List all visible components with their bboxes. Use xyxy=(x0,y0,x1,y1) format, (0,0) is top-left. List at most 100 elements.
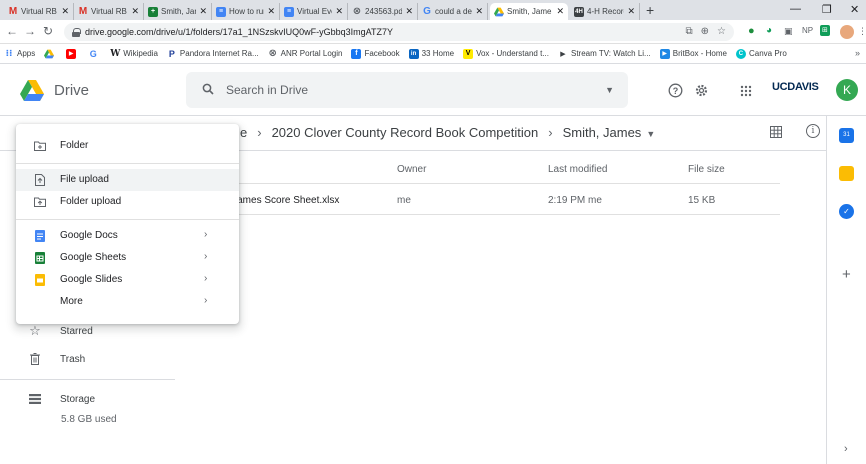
help-icon[interactable]: ? xyxy=(668,83,683,98)
google-bookmark-icon: G xyxy=(89,48,97,59)
search-options-icon[interactable]: ▼ xyxy=(605,85,614,95)
close-window-button[interactable]: ✕ xyxy=(850,3,859,16)
bookmark-item[interactable] xyxy=(44,49,57,59)
breadcrumb-item[interactable]: e xyxy=(240,125,247,140)
extension-np-icon[interactable]: NP xyxy=(802,24,813,38)
browser-tab[interactable]: + Smith, Jame ✕ xyxy=(144,3,212,20)
gmail-icon: M xyxy=(8,6,18,17)
close-icon[interactable]: ✕ xyxy=(61,6,69,17)
canva-icon: C xyxy=(735,48,746,59)
chevron-right-icon: › xyxy=(204,251,208,262)
apps-grid-icon[interactable] xyxy=(738,83,753,98)
bookmark-item[interactable]: G xyxy=(88,49,101,59)
org-logo[interactable]: UCDAVIS xyxy=(772,81,830,99)
calendar-icon[interactable]: 31 xyxy=(839,128,854,143)
browser-tab[interactable]: ⊗ 243563.pdf ✕ xyxy=(348,3,418,20)
browser-tab-title: Smith, Jame xyxy=(507,7,552,16)
column-header-size[interactable]: File size xyxy=(688,164,725,175)
bookmark-item[interactable]: ▶ Stream TV: Watch Li... xyxy=(558,49,650,59)
bookmark-star-icon[interactable]: ☆ xyxy=(717,26,726,37)
column-header-owner[interactable]: Owner xyxy=(397,164,426,175)
britbox-icon: ▶ xyxy=(659,48,670,59)
linkedin-icon: in xyxy=(408,48,419,59)
minimize-button[interactable]: — xyxy=(790,3,801,15)
bookmark-item[interactable]: ▶ xyxy=(66,48,79,59)
forward-button[interactable]: → xyxy=(24,24,36,38)
menu-item-more[interactable]: More › xyxy=(16,291,239,313)
add-addon-button[interactable]: + xyxy=(842,266,851,283)
bookmark-item[interactable]: P Pandora Internet Ra... xyxy=(167,49,259,59)
close-icon[interactable]: ✕ xyxy=(267,6,275,17)
browser-tab[interactable]: ≡ How to run ✕ xyxy=(212,3,280,20)
drive-icon xyxy=(494,7,504,16)
search-placeholder: Search in Drive xyxy=(226,83,309,97)
bookmark-item[interactable]: in 33 Home xyxy=(408,48,454,59)
star-icon: ☆ xyxy=(29,323,41,338)
avatar[interactable]: K xyxy=(836,79,858,101)
extension-icon[interactable]: ⊞ xyxy=(820,25,830,36)
bookmark-item[interactable]: ⊗ ANR Portal Login xyxy=(268,48,342,59)
menu-item-file-upload[interactable]: File upload xyxy=(16,169,239,191)
bookmarks-bar: ⁝⁝ Apps ▶ G W Wikipedia P Pandora Internet … xyxy=(0,44,866,64)
breadcrumb-current[interactable]: Smith, James xyxy=(563,125,642,140)
back-button[interactable]: ← xyxy=(6,24,18,38)
browser-tab-title: Virtual Even xyxy=(297,7,332,16)
address-bar[interactable]: drive.google.com/drive/u/1/folders/17a1_… xyxy=(64,23,734,41)
browser-tab[interactable]: ≡ Virtual Even ✕ xyxy=(280,3,348,20)
zoom-icon[interactable]: ⊕ xyxy=(701,26,709,37)
bookmark-item[interactable]: f Facebook xyxy=(351,48,400,59)
profile-avatar[interactable] xyxy=(840,25,854,39)
sidebar-item-storage[interactable]: Storage xyxy=(28,392,95,406)
extension-icon[interactable]: ● xyxy=(748,24,755,38)
close-icon[interactable]: ✕ xyxy=(556,6,564,17)
keep-icon[interactable] xyxy=(839,166,854,181)
close-icon[interactable]: ✕ xyxy=(335,6,343,17)
close-icon[interactable]: ✕ xyxy=(199,6,207,17)
sidebar-item-trash[interactable]: Trash xyxy=(28,352,85,366)
drive-logo-icon[interactable] xyxy=(20,80,44,101)
extension-icon[interactable]: ▣ xyxy=(784,24,793,38)
new-tab-button[interactable]: + xyxy=(646,3,654,17)
bookmark-item[interactable]: C Canva Pro xyxy=(735,48,787,59)
browser-toolbar: ← → ↻ drive.google.com/drive/u/1/folders… xyxy=(0,20,866,44)
chevron-down-icon[interactable]: ▼ xyxy=(646,129,655,139)
restore-button[interactable]: ❐ xyxy=(822,3,832,16)
browser-menu-icon[interactable]: ⋮ xyxy=(858,24,866,38)
bookmark-item[interactable]: W Wikipedia xyxy=(110,49,158,59)
tasks-icon[interactable]: ✓ xyxy=(839,204,854,219)
browser-tab-active[interactable]: Smith, Jame ✕ xyxy=(490,3,568,20)
close-icon[interactable]: ✕ xyxy=(627,6,635,17)
bookmark-item[interactable]: ⁝⁝ Apps xyxy=(4,48,36,59)
breadcrumb-item[interactable]: 2020 Clover County Record Book Competiti… xyxy=(272,125,539,140)
menu-item-folder-upload[interactable]: Folder upload xyxy=(16,191,239,213)
divider xyxy=(214,183,780,184)
sidebar-item-starred[interactable]: ☆ Starred xyxy=(28,323,93,338)
open-in-app-icon[interactable]: ⧉ xyxy=(686,26,693,37)
extension-icon[interactable]: ◕ xyxy=(766,24,772,38)
column-header-modified[interactable]: Last modified xyxy=(548,164,607,175)
browser-tab[interactable]: M Virtual RB C ✕ xyxy=(4,3,74,20)
browser-tab[interactable]: 4H 4-H Record ✕ xyxy=(570,3,640,20)
grid-view-icon[interactable] xyxy=(770,126,782,138)
chevron-right-icon: › xyxy=(257,125,262,140)
info-icon[interactable]: i xyxy=(806,124,820,138)
bookmark-item[interactable]: V Vox - Understand t... xyxy=(463,48,549,59)
app-name[interactable]: Drive xyxy=(54,82,89,99)
menu-item-google-docs[interactable]: Google Docs › xyxy=(16,225,239,247)
close-icon[interactable]: ✕ xyxy=(475,6,483,17)
browser-tab[interactable]: G could a dep ✕ xyxy=(418,3,488,20)
menu-item-google-slides[interactable]: Google Slides › xyxy=(16,269,239,291)
close-icon[interactable]: ✕ xyxy=(405,6,413,17)
menu-item-folder[interactable]: Folder xyxy=(16,135,239,157)
menu-item-google-sheets[interactable]: Google Sheets › xyxy=(16,247,239,269)
close-icon[interactable]: ✕ xyxy=(131,6,139,17)
bookmarks-overflow-button[interactable]: » xyxy=(855,48,860,58)
reload-button[interactable]: ↻ xyxy=(43,24,53,38)
bookmark-item[interactable]: ▶ BritBox - Home xyxy=(659,48,727,59)
search-input[interactable]: Search in Drive ▼ xyxy=(186,72,628,108)
chevron-right-icon[interactable]: › xyxy=(844,443,848,455)
browser-tab[interactable]: M Virtual RB C ✕ xyxy=(74,3,144,20)
search-icon[interactable] xyxy=(202,83,214,95)
gear-icon[interactable] xyxy=(694,83,709,98)
browser-tab-title: Virtual RB C xyxy=(21,7,58,16)
